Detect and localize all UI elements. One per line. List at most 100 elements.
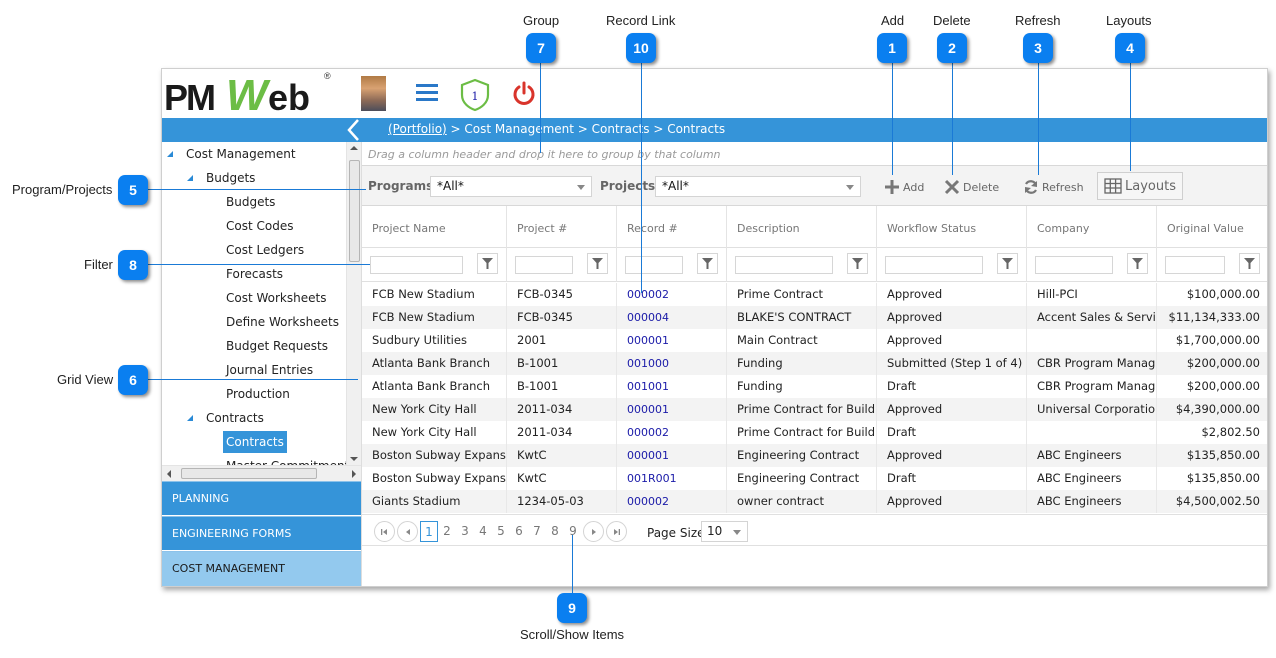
tree-item[interactable]: Cost Ledgers [226, 239, 304, 261]
page-number-button[interactable]: 9 [564, 521, 582, 542]
record-link[interactable]: 001000 [617, 352, 727, 375]
record-link[interactable]: 000001 [617, 329, 727, 352]
scroll-thumb[interactable] [181, 468, 317, 479]
page-number-button[interactable]: 1 [420, 521, 438, 542]
page-number-button[interactable]: 6 [510, 521, 528, 542]
page-number-button[interactable]: 3 [456, 521, 474, 542]
tree-item[interactable]: Forecasts [226, 263, 283, 285]
scroll-thumb[interactable] [349, 160, 360, 262]
column-header[interactable]: Company [1027, 206, 1157, 248]
filter-button[interactable] [697, 253, 718, 274]
add-button[interactable]: Add [884, 176, 924, 198]
tree-item[interactable]: Master Commitments [226, 455, 346, 465]
filter-input[interactable] [625, 256, 683, 274]
delete-button[interactable]: Delete [944, 176, 999, 198]
breadcrumb-portfolio-link[interactable]: (Portfolio) [388, 122, 447, 136]
record-link[interactable]: 000002 [617, 490, 727, 513]
tree-vertical-scrollbar[interactable] [346, 142, 361, 465]
scroll-right-arrow-icon[interactable] [352, 470, 356, 478]
table-row[interactable]: New York City Hall 2011-034 000001 Prime Co… [362, 398, 1267, 421]
record-link[interactable]: 000004 [617, 306, 727, 329]
filter-button[interactable] [997, 253, 1018, 274]
page-number-button[interactable]: 4 [474, 521, 492, 542]
callout-1: 1 [877, 33, 907, 63]
page-number-button[interactable]: 2 [438, 521, 456, 542]
hamburger-menu-icon[interactable] [416, 84, 438, 102]
group-drop-area[interactable]: Drag a column header and drop it here to… [362, 142, 1267, 166]
filter-button[interactable] [847, 253, 868, 274]
column-header[interactable]: Record # [617, 206, 727, 248]
last-page-button[interactable] [606, 521, 627, 542]
table-row[interactable]: Atlanta Bank Branch B-1001 001001 Funding Dr… [362, 375, 1267, 398]
filter-button[interactable] [1239, 253, 1260, 274]
funnel-icon [1002, 258, 1013, 269]
table-row[interactable]: FCB New Stadium FCB-0345 000002 Prime Contr… [362, 283, 1267, 306]
scroll-down-arrow-icon[interactable] [350, 457, 358, 461]
module-planning[interactable]: PLANNING [162, 481, 361, 515]
expand-triangle-icon[interactable] [187, 415, 193, 421]
user-avatar[interactable] [361, 76, 386, 111]
page-number-button[interactable]: 5 [492, 521, 510, 542]
record-link[interactable]: 001001 [617, 375, 727, 398]
table-row[interactable]: Boston Subway ExpansionKwtC000001Enginee… [362, 444, 1267, 467]
tree-item[interactable]: Production [226, 383, 290, 405]
tree-item[interactable]: Cost Management [167, 143, 296, 165]
record-link[interactable]: 000002 [617, 421, 727, 444]
module-cost-management[interactable]: COST MANAGEMENT [162, 551, 361, 586]
refresh-button[interactable]: Refresh [1023, 176, 1084, 198]
column-header[interactable]: Project # [507, 206, 617, 248]
filter-button[interactable] [1127, 253, 1148, 274]
record-link[interactable]: 000001 [617, 398, 727, 421]
pmweb-logo[interactable]: PM W eb ® [164, 71, 334, 120]
filter-input[interactable] [1165, 256, 1225, 274]
column-header[interactable]: Description [727, 206, 877, 248]
record-link[interactable]: 000001 [617, 444, 727, 467]
tree-item[interactable]: Cost Codes [226, 215, 293, 237]
tree-item[interactable]: Budget Requests [226, 335, 328, 357]
layouts-button[interactable]: Layouts [1097, 172, 1183, 200]
scroll-left-arrow-icon[interactable] [167, 470, 171, 478]
tree-horizontal-scrollbar[interactable] [162, 465, 361, 481]
record-link[interactable]: 001R001 [617, 467, 727, 490]
filter-input[interactable] [1035, 256, 1113, 274]
table-row[interactable]: Atlanta Bank Branch B-1001 001000 Funding Su… [362, 352, 1267, 375]
column-header[interactable]: Project Name [362, 206, 507, 248]
power-icon[interactable] [512, 81, 536, 107]
page-number-button[interactable]: 7 [528, 521, 546, 542]
tree-item[interactable]: Budgets [187, 167, 255, 189]
scroll-up-arrow-icon[interactable] [350, 146, 358, 150]
expand-triangle-icon[interactable] [187, 175, 193, 181]
next-page-button[interactable] [583, 521, 604, 542]
table-row[interactable]: Sudbury Utilities 2001 000001 Main Contract… [362, 329, 1267, 352]
page-size-select[interactable]: 10 [701, 521, 748, 542]
filter-input[interactable] [735, 256, 833, 274]
module-engineering-forms[interactable]: ENGINEERING FORMS [162, 516, 361, 550]
expand-triangle-icon[interactable] [167, 151, 173, 157]
table-row[interactable]: Giants Stadium 1234-05-03 000002 owner cont… [362, 490, 1267, 513]
filter-input[interactable] [515, 256, 573, 274]
column-header[interactable]: Workflow Status [877, 206, 1027, 248]
tree-item[interactable]: Contracts [223, 431, 287, 453]
collapse-sidebar-chevron-icon[interactable] [346, 118, 366, 142]
first-page-button[interactable] [374, 521, 395, 542]
programs-select[interactable]: *All* [430, 176, 592, 197]
chevron-down-icon [846, 185, 854, 190]
filter-input[interactable] [370, 256, 463, 274]
tree-item[interactable]: Cost Worksheets [226, 287, 326, 309]
tree-item[interactable]: Contracts [187, 407, 264, 429]
table-row[interactable]: New York City Hall 2011-034 000002 Prime Co… [362, 421, 1267, 444]
tree-item[interactable]: Journal Entries [226, 359, 313, 381]
filter-input[interactable] [885, 256, 983, 274]
filter-button[interactable] [587, 253, 608, 274]
projects-select[interactable]: *All* [655, 176, 861, 197]
record-link[interactable]: 000002 [617, 283, 727, 306]
previous-page-button[interactable] [397, 521, 418, 542]
tree-item[interactable]: Budgets [226, 191, 275, 213]
shield-notification-icon[interactable]: 1 [459, 78, 491, 112]
table-row[interactable]: Boston Subway ExpansionKwtC001R001Engine… [362, 467, 1267, 490]
tree-item[interactable]: Define Worksheets [226, 311, 339, 333]
column-header[interactable]: Original Value [1157, 206, 1267, 248]
page-number-button[interactable]: 8 [546, 521, 564, 542]
filter-button[interactable] [477, 253, 498, 274]
table-row[interactable]: FCB New Stadium FCB-0345 000004 BLAKE'S CON… [362, 306, 1267, 329]
